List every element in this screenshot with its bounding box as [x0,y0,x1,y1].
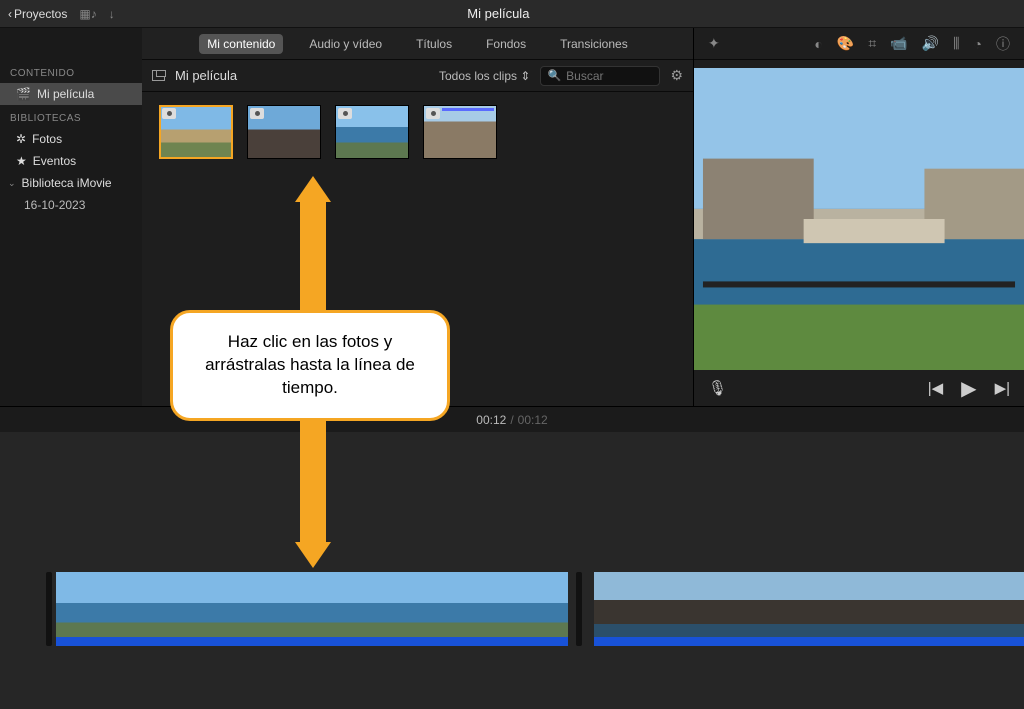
sidebar: CONTENIDO 🎬 Mi película BIBLIOTECAS ✲ Fo… [0,28,142,406]
current-time: 00:12 [476,413,506,427]
tab-my-content[interactable]: Mi contenido [199,34,283,54]
search-icon: 🔍 [547,69,561,82]
camera-icon [338,108,352,119]
back-chevron-icon: ‹ [8,7,12,21]
sidebar-section-content: CONTENIDO [0,60,142,83]
total-time: 00:12 [518,413,548,427]
media-toolbar: Mi película Todos los clips ⇕ 🔍 ⚙ [142,60,693,92]
speed-icon[interactable]: ◔ [974,36,982,52]
sidebar-item-my-movie[interactable]: 🎬 Mi película [0,83,142,105]
filter-label: Todos los clips [439,69,517,83]
instruction-callout: Haz clic en las fotos y arrástralas hast… [170,310,450,421]
used-indicator [442,108,494,111]
prev-frame-button[interactable]: |◀ [928,379,943,397]
tab-titles[interactable]: Títulos [408,34,460,54]
sidebar-item-label: Eventos [33,154,76,168]
info-icon[interactable]: ⓘ [996,34,1010,54]
browser-tabs: Mi contenido Audio y vídeo Títulos Fondo… [142,28,693,60]
sidebar-item-date-event[interactable]: 16-10-2023 [0,194,142,216]
next-frame-button[interactable]: ▶| [995,379,1010,397]
clip-filter-dropdown[interactable]: Todos los clips ⇕ [439,69,530,83]
preview-image [694,68,1024,370]
media-thumb-2[interactable] [248,106,320,158]
sidebar-section-libraries: BIBLIOTECAS [0,105,142,128]
noise-equalizer-icon[interactable]: ⫼ [953,35,959,52]
updown-icon: ⇕ [520,69,530,83]
media-thumb-3[interactable] [336,106,408,158]
media-thumb-4[interactable] [424,106,496,158]
callout-arrow-down [300,404,326,546]
callout-arrow-up [300,198,326,312]
volume-icon[interactable]: 🔊 [922,35,939,52]
sidebar-item-imovie-library[interactable]: ⌄ Biblioteca iMovie [0,172,142,194]
sidebar-item-photos[interactable]: ✲ Fotos [0,128,142,150]
star-icon: ★ [16,154,27,168]
crop-icon[interactable]: ⌗ [868,35,876,52]
media-thumb-1[interactable] [160,106,232,158]
list-view-toggle-icon[interactable] [152,70,165,81]
sidebar-item-events[interactable]: ★ Eventos [0,150,142,172]
search-input[interactable] [566,69,653,83]
sidebar-item-label: Fotos [32,132,62,146]
media-grid [142,92,693,172]
sidebar-item-label: Mi película [37,87,94,101]
magic-wand-icon[interactable]: ✦ [708,35,720,52]
sidebar-item-label: Biblioteca iMovie [22,176,112,190]
camera-icon [426,108,440,119]
timeline[interactable] [0,432,1024,709]
sidebar-item-label: 16-10-2023 [24,198,85,212]
back-label: Proyectos [14,7,67,21]
color-balance-icon[interactable]: ◐ [814,36,822,52]
time-separator: / [510,413,513,427]
photos-icon: ✲ [16,132,26,146]
tab-audio-video[interactable]: Audio y vídeo [301,34,390,54]
tab-transitions[interactable]: Transiciones [552,34,636,54]
back-to-projects-button[interactable]: ‹ Proyectos [8,7,67,21]
time-display: 00:12 / 00:12 [0,406,1024,432]
settings-gear-icon[interactable]: ⚙ [670,67,683,84]
preview-viewer[interactable] [694,68,1024,370]
timeline-clip-1[interactable] [56,572,568,646]
inspector-toolbar: ✦ ◐ 🎨 ⌗ 📹 🔊 ⫼ ◔ ⓘ [694,28,1024,60]
callout-text: Haz clic en las fotos y arrástralas hast… [205,332,415,397]
chevron-down-icon: ⌄ [8,178,16,189]
clip-start-marker[interactable] [46,572,52,646]
search-field[interactable]: 🔍 [540,66,660,86]
project-title: Mi película [115,6,882,21]
library-view-icon[interactable]: ▦♪ [79,7,96,21]
media-title: Mi película [175,68,237,83]
camera-icon [250,108,264,119]
titlebar: ‹ Proyectos ▦♪ ↓ Mi película [0,0,1024,28]
timeline-clip-2[interactable] [594,572,1024,646]
clapper-icon: 🎬 [16,87,31,101]
camera-icon [162,108,176,119]
tab-backgrounds[interactable]: Fondos [478,34,534,54]
color-correction-icon[interactable]: 🎨 [837,35,854,52]
clip-gap-marker[interactable] [576,572,582,646]
play-button[interactable]: ▶ [961,376,976,401]
stabilization-icon[interactable]: 📹 [890,35,907,52]
playback-controls: 🎙 |◀ ▶ ▶| [694,370,1024,406]
voiceover-mic-icon[interactable]: 🎙 [708,379,727,397]
